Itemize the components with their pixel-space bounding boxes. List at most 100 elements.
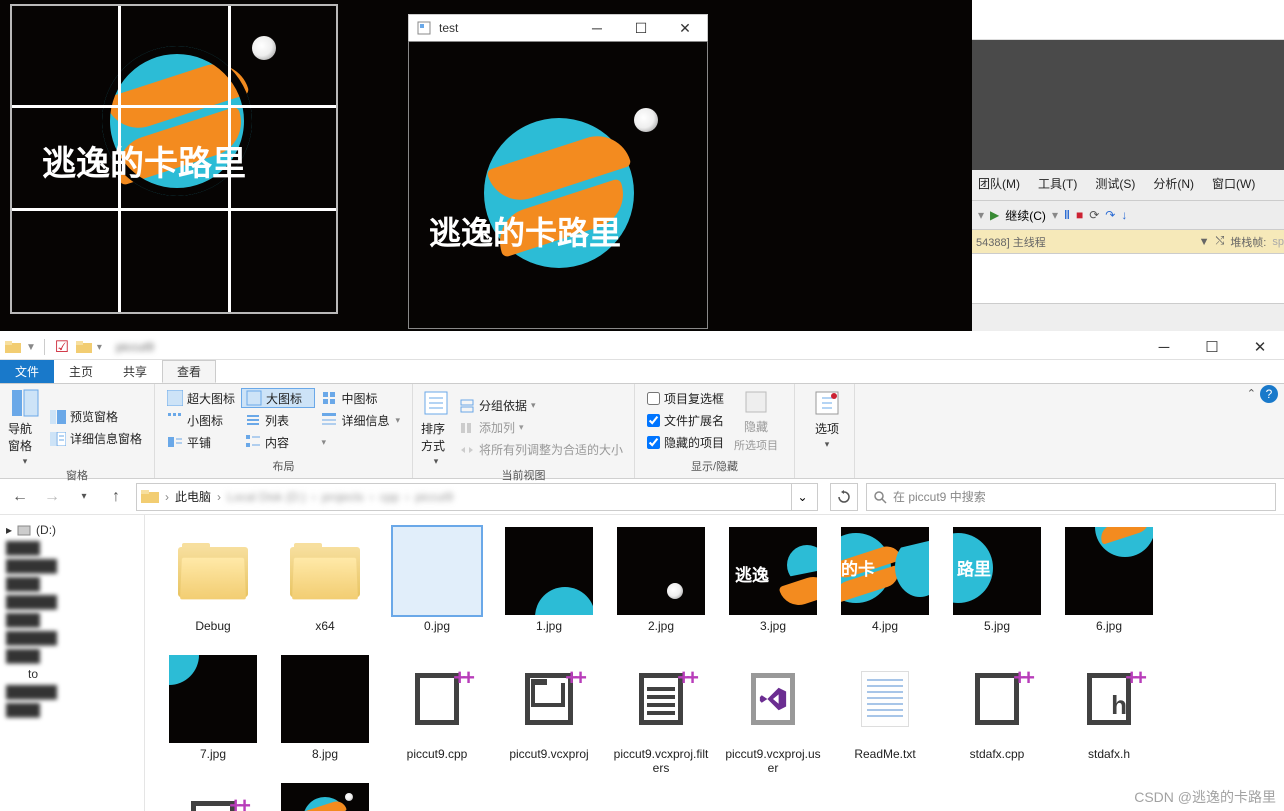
stack-hint: sp (1272, 236, 1284, 248)
file-item[interactable]: ++hstdafx.h (1053, 651, 1165, 779)
file-item[interactable]: 2.jpg (605, 523, 717, 651)
file-item[interactable]: 1.jpg (493, 523, 605, 651)
file-item[interactable]: 路里5.jpg (941, 523, 1053, 651)
layout-xlarge[interactable]: 超大图标 (163, 388, 239, 408)
file-name: 6.jpg (1096, 619, 1122, 633)
tab-share[interactable]: 共享 (108, 360, 162, 383)
layout-tiles[interactable]: 平铺 (163, 432, 239, 452)
forward-button[interactable]: → (40, 485, 64, 509)
minimize-button[interactable]: ─ (575, 15, 619, 41)
step-over-icon[interactable]: ↷ (1105, 208, 1115, 222)
checkbox-ext[interactable]: 文件扩展名 (643, 411, 728, 431)
window-close[interactable]: ✕ (1242, 337, 1278, 357)
quick-access-toolbar[interactable]: ▼ ☑ ▾ piccut9 ─ ☐ ✕ (0, 335, 1284, 360)
group-layout: 布局 (163, 458, 404, 476)
checkbox-items[interactable]: 项目复选框 (643, 389, 728, 409)
file-item[interactable]: ++htargetver.h (157, 779, 269, 811)
file-item[interactable]: 的卡4.jpg (829, 523, 941, 651)
menu-analyze[interactable]: 分析(N) (1153, 175, 1194, 192)
continue-icon[interactable]: ▶ (990, 208, 999, 222)
layout-list[interactable]: 列表 (241, 410, 315, 430)
new-folder-qat-icon[interactable] (75, 338, 93, 356)
back-button[interactable]: ← (8, 485, 32, 509)
search-box[interactable]: 在 piccut9 中搜索 (866, 483, 1276, 511)
file-item[interactable]: ++stdafx.cpp (941, 651, 1053, 779)
vs-menubar[interactable]: 团队(M) 工具(T) 测试(S) 分析(N) 窗口(W) (972, 170, 1284, 196)
file-item[interactable]: piccut9.vcxproj.user (717, 651, 829, 779)
pause-icon[interactable]: ‖ (1064, 208, 1070, 222)
checkbox-hidden[interactable]: 隐藏的项目 (643, 433, 728, 453)
file-name: 7.jpg (200, 747, 226, 761)
logo-text: 逃逸的卡路里 (42, 136, 246, 185)
up-button[interactable]: ↑ (104, 485, 128, 509)
top-section: 逃逸的卡路里 test ─ ☐ ✕ 逃逸的卡路里 团队(M) 工具(T) 测试(… (0, 0, 1284, 335)
menu-test[interactable]: 测试(S) (1095, 175, 1135, 192)
address-dropdown[interactable]: ⌄ (791, 484, 813, 510)
file-item[interactable]: 逃逸3.jpg (717, 523, 829, 651)
vs-debug-toolbar[interactable]: ▾ ▶ 继续(C) ▾ ‖ ■ ⟳ ↷ ↓ (972, 200, 1284, 230)
file-list[interactable]: Debug x64 0.jpg1.jpg2.jpg逃逸3.jpg的卡4.jpg路里5… (145, 515, 1284, 811)
maximize-button[interactable]: ☐ (619, 15, 663, 41)
step-into-icon[interactable]: ↓ (1121, 208, 1127, 222)
window-minimize[interactable]: ─ (1146, 337, 1182, 357)
folder-qat-icon[interactable] (4, 338, 22, 356)
groupby-button[interactable]: 分组依据▾ (455, 396, 627, 416)
address-bar[interactable]: › 此电脑 › Local Disk (D:)› projects› cpp› … (136, 483, 818, 511)
group-currentview: 当前视图 (421, 467, 626, 485)
tab-view[interactable]: 查看 (162, 360, 216, 383)
menu-window[interactable]: 窗口(W) (1212, 175, 1255, 192)
addcol-button: 添加列▾ (455, 418, 627, 438)
restart-icon[interactable]: ⟳ (1089, 208, 1099, 222)
menu-team[interactable]: 团队(M) (978, 175, 1020, 192)
layout-large[interactable]: 大图标 (241, 388, 315, 408)
group-showhide: 显示/隐藏 (643, 458, 786, 476)
properties-qat-icon[interactable]: ☑ (53, 338, 71, 356)
menu-tools[interactable]: 工具(T) (1038, 175, 1077, 192)
file-item[interactable]: x64 (269, 523, 381, 651)
file-item[interactable]: 逃逸的卡路里逃逸的卡路里.jpg (269, 779, 381, 811)
help-icon[interactable]: ? (1260, 385, 1278, 403)
layout-content[interactable]: 内容 (241, 432, 315, 452)
file-name: 8.jpg (312, 747, 338, 761)
layout-details[interactable]: 详细信息▾ (317, 410, 404, 430)
tab-home[interactable]: 主页 (54, 360, 108, 383)
details-pane-button[interactable]: 详细信息窗格 (46, 429, 146, 449)
layout-medium[interactable]: 中图标 (317, 388, 404, 408)
sort-button[interactable]: 排序方式▾ (421, 388, 451, 467)
test-window-titlebar[interactable]: test ─ ☐ ✕ (408, 14, 708, 42)
preview-pane-button[interactable]: 预览窗格 (46, 407, 146, 427)
layout-small[interactable]: 小图标 (163, 410, 239, 430)
history-dropdown[interactable]: ▾ (72, 485, 96, 509)
tab-file[interactable]: 文件 (0, 360, 54, 383)
file-name: piccut9.vcxproj.filters (611, 747, 711, 776)
options-button[interactable]: 选项▾ (803, 388, 851, 450)
file-name: x64 (315, 619, 334, 633)
refresh-button[interactable] (830, 483, 858, 511)
file-item[interactable]: ++piccut9.vcxproj.filters (605, 651, 717, 779)
file-name: Debug (195, 619, 230, 633)
file-item[interactable]: ++piccut9.cpp (381, 651, 493, 779)
file-name: 3.jpg (760, 619, 786, 633)
grid-preview: 逃逸的卡路里 (10, 4, 338, 314)
filter-icon[interactable]: ▼ (1199, 236, 1210, 248)
stop-icon[interactable]: ■ (1076, 208, 1083, 222)
ribbon-tabs[interactable]: 文件 主页 共享 查看 ⌃ ? (0, 360, 1284, 384)
file-item[interactable]: 8.jpg (269, 651, 381, 779)
continue-label[interactable]: 继续(C) (1005, 207, 1046, 224)
file-item[interactable]: 7.jpg (157, 651, 269, 779)
file-item[interactable]: 0.jpg (381, 523, 493, 651)
file-item[interactable]: 6.jpg (1053, 523, 1165, 651)
file-name: piccut9.cpp (407, 747, 468, 761)
file-item[interactable]: ReadMe.txt (829, 651, 941, 779)
vs-thread-tab[interactable]: 54388] 主线程 ▼ ⤭ 堆栈帧: sp (972, 230, 1284, 254)
nav-tree[interactable]: ▸(D:) ████ ██████ ████ ██████ ████ █████… (0, 515, 145, 811)
close-button[interactable]: ✕ (663, 15, 707, 41)
file-item[interactable]: Debug (157, 523, 269, 651)
collapse-ribbon-icon[interactable]: ⌃ (1247, 387, 1256, 400)
file-item[interactable]: ++piccut9.vcxproj (493, 651, 605, 779)
breadcrumb-pc[interactable]: 此电脑 (175, 488, 211, 505)
window-maximize[interactable]: ☐ (1194, 337, 1230, 357)
file-explorer: ▼ ☑ ▾ piccut9 ─ ☐ ✕ 文件 主页 共享 查看 ⌃ ? 导航窗格… (0, 335, 1284, 811)
nav-pane-button[interactable]: 导航窗格 ▾ (8, 388, 42, 467)
shuffle-icon[interactable]: ⤭ (1216, 235, 1225, 248)
